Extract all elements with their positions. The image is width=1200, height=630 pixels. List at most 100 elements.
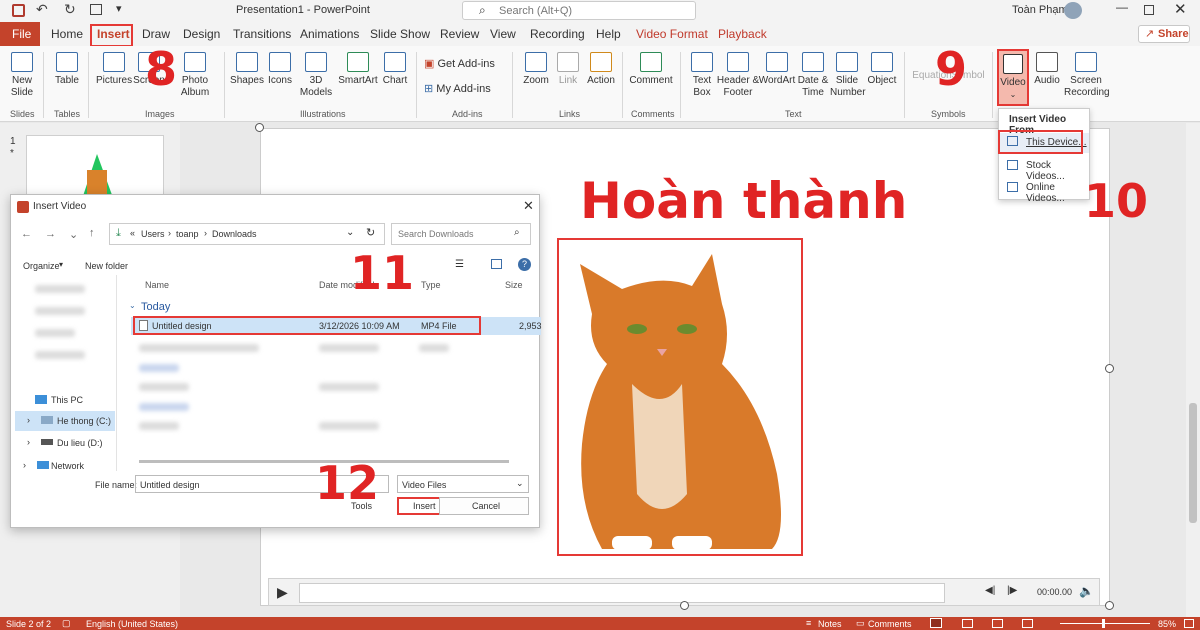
table-button[interactable]: Table: [52, 52, 82, 87]
my-addins-button[interactable]: ⊞ My Add-ins: [424, 83, 491, 95]
slideshow-view-icon[interactable]: [1022, 619, 1033, 628]
back-icon[interactable]: ←: [21, 228, 32, 240]
group-collapse-icon[interactable]: ⌄: [129, 301, 136, 310]
tab-view[interactable]: View: [490, 27, 516, 41]
pictures-button[interactable]: Pictures: [96, 52, 132, 87]
redo-icon[interactable]: ↻: [64, 1, 76, 18]
smartart-button[interactable]: SmartArt: [338, 52, 378, 87]
3d-models-button[interactable]: 3D Models: [296, 52, 336, 99]
search-box[interactable]: ⌕ Search (Alt+Q): [462, 1, 696, 20]
tab-home[interactable]: Home: [51, 27, 83, 41]
present-icon[interactable]: [90, 4, 102, 15]
chart-button[interactable]: Chart: [380, 52, 410, 87]
minimize-icon[interactable]: —: [1116, 0, 1128, 14]
video-button[interactable]: Video ⌄: [997, 49, 1029, 106]
expand-icon[interactable]: ›: [27, 415, 30, 425]
tab-playback[interactable]: Playback: [718, 27, 767, 41]
maximize-icon[interactable]: [1144, 5, 1154, 15]
organize-button[interactable]: Organize: [23, 261, 60, 271]
scrollbar-thumb[interactable]: [1189, 403, 1197, 523]
tab-draw[interactable]: Draw: [142, 27, 170, 41]
accessibility-icon[interactable]: ▢: [62, 618, 71, 629]
menu-item-stock[interactable]: Stock Videos...: [999, 157, 1089, 182]
expand-icon[interactable]: ›: [27, 437, 30, 447]
address-bar[interactable]: ⤓ « Users › toanp › Downloads ⌄ ↻: [109, 223, 385, 245]
tab-help[interactable]: Help: [596, 27, 621, 41]
dialog-close-icon[interactable]: ✕: [523, 198, 534, 214]
vertical-scrollbar[interactable]: [1186, 123, 1200, 617]
new-folder-button[interactable]: New folder: [85, 261, 128, 271]
file-type-filter[interactable]: Video Files ⌄: [397, 475, 529, 493]
column-size[interactable]: Size: [505, 280, 523, 290]
breadcrumb-users[interactable]: Users: [141, 229, 165, 239]
tab-animations[interactable]: Animations: [300, 27, 359, 41]
nav-this-pc[interactable]: This PC: [51, 395, 83, 405]
comments-icon[interactable]: ▭: [856, 618, 865, 629]
breadcrumb-toanp[interactable]: toanp: [176, 229, 199, 239]
action-button[interactable]: Action: [584, 52, 618, 87]
seek-bar[interactable]: [299, 583, 945, 603]
step-forward-icon[interactable]: |▶: [1007, 585, 1017, 596]
forward-icon[interactable]: →: [45, 228, 56, 240]
status-notes[interactable]: Notes: [818, 619, 842, 629]
resize-handle[interactable]: [1105, 601, 1114, 610]
address-chevron-icon[interactable]: ⌄: [346, 227, 354, 238]
shapes-button[interactable]: Shapes: [230, 52, 264, 87]
header-footer-button[interactable]: Header & Footer: [716, 52, 760, 99]
tab-recording[interactable]: Recording: [530, 27, 585, 41]
textbox-button[interactable]: Text Box: [688, 52, 716, 99]
status-language[interactable]: English (United States): [86, 619, 178, 629]
organize-dropdown-icon[interactable]: ▾: [59, 260, 63, 269]
icons-button[interactable]: Icons: [266, 52, 294, 87]
zoom-button[interactable]: Zoom: [520, 52, 552, 87]
refresh-icon[interactable]: ↻: [366, 226, 375, 239]
wordart-button[interactable]: WordArt: [758, 52, 796, 87]
nav-c-drive[interactable]: He thong (C:): [57, 416, 111, 426]
slide-number-button[interactable]: Slide Number: [830, 52, 866, 99]
comment-button[interactable]: Comment: [628, 52, 674, 87]
tab-transitions[interactable]: Transitions: [233, 27, 291, 41]
up-icon[interactable]: ↑: [89, 227, 95, 239]
screen-recording-button[interactable]: Screen Recording: [1064, 52, 1110, 99]
customize-qat-icon[interactable]: ▾: [116, 2, 122, 15]
close-icon[interactable]: ✕: [1174, 0, 1187, 18]
view-options-icon[interactable]: ☰: [455, 259, 464, 270]
status-comments[interactable]: Comments: [868, 619, 912, 629]
expand-icon[interactable]: ›: [23, 460, 26, 470]
volume-icon[interactable]: 🔈: [1079, 584, 1094, 598]
photo-album-button[interactable]: Photo Album: [178, 52, 212, 99]
fit-slide-icon[interactable]: [1184, 619, 1194, 628]
resize-handle[interactable]: [255, 123, 264, 132]
nav-d-drive[interactable]: Du lieu (D:): [57, 438, 103, 448]
help-icon[interactable]: ?: [518, 258, 531, 271]
step-back-icon[interactable]: ◀|: [985, 585, 995, 596]
save-icon[interactable]: [12, 4, 25, 17]
user-name[interactable]: Toàn Phạm: [1012, 4, 1068, 16]
tab-slideshow[interactable]: Slide Show: [370, 27, 430, 41]
resize-handle[interactable]: [680, 601, 689, 610]
zoom-slider[interactable]: [1060, 623, 1150, 624]
link-button[interactable]: Link: [554, 52, 582, 87]
menu-item-online[interactable]: Online Videos...: [999, 179, 1089, 204]
recent-chevron-icon[interactable]: ⌄: [69, 228, 78, 241]
resize-handle[interactable]: [1105, 364, 1114, 373]
column-name[interactable]: Name: [145, 280, 169, 290]
slide-sorter-icon[interactable]: [962, 619, 973, 628]
tab-design[interactable]: Design: [183, 27, 220, 41]
normal-view-icon[interactable]: [930, 618, 942, 628]
new-slide-button[interactable]: New Slide: [6, 52, 38, 99]
status-zoom[interactable]: 85%: [1158, 619, 1176, 629]
zoom-thumb[interactable]: [1102, 619, 1105, 628]
cancel-button[interactable]: Cancel: [439, 497, 529, 515]
tab-review[interactable]: Review: [440, 27, 479, 41]
column-type[interactable]: Type: [421, 280, 441, 290]
notes-icon[interactable]: ≡: [806, 618, 811, 628]
dialog-search-input[interactable]: Search Downloads ⌕: [391, 223, 531, 245]
preview-pane-icon[interactable]: [491, 259, 502, 269]
breadcrumb-downloads[interactable]: Downloads: [212, 229, 257, 239]
get-addins-button[interactable]: ▣ Get Add-ins: [424, 58, 495, 70]
play-icon[interactable]: ▶: [277, 584, 288, 601]
nav-network[interactable]: Network: [51, 461, 84, 471]
tab-file[interactable]: File: [0, 22, 40, 46]
object-button[interactable]: Object: [866, 52, 898, 87]
